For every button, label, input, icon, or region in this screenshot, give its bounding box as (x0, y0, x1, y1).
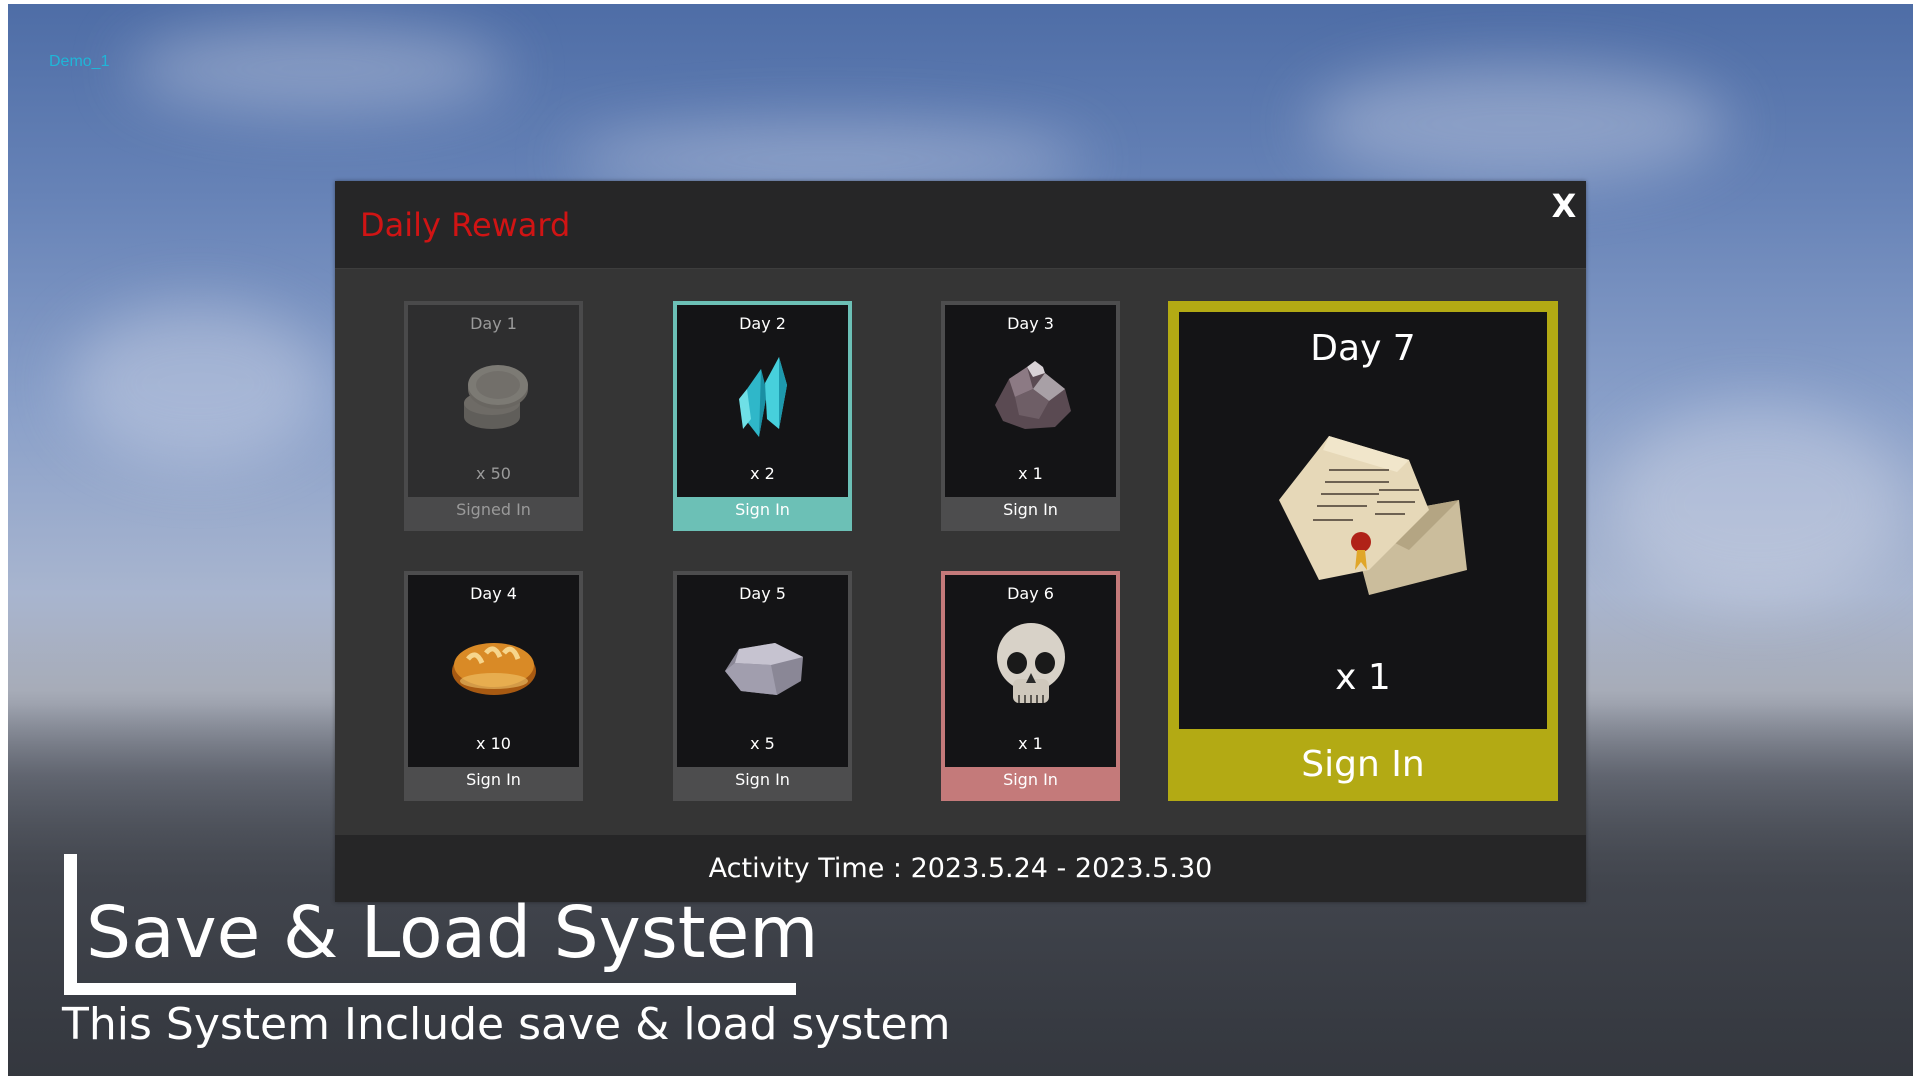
ore-icon (995, 361, 1071, 429)
daily-reward-panel: Daily Reward X Day 1 x 50 Signed In Day … (335, 181, 1586, 902)
cloud (68, 304, 328, 464)
card-body: Day 1 x 50 (408, 305, 579, 497)
card-body: Day 3 x 1 (945, 305, 1116, 497)
sign-in-button[interactable]: Sign In (677, 763, 848, 797)
card-quantity: x 1 (1018, 464, 1043, 483)
letter-scroll-icon (1279, 436, 1467, 595)
card-body: Day 4 x 10 (408, 575, 579, 767)
card-day-label: Day 4 (470, 584, 517, 603)
card-day-label: Day 7 (1310, 328, 1416, 369)
card-quantity: x 10 (476, 734, 511, 753)
reward-card-day-3[interactable]: Day 3 x 1 Sign In (941, 301, 1120, 531)
panel-title: Daily Reward (360, 206, 571, 244)
card-quantity: x 5 (750, 734, 775, 753)
sign-in-button[interactable]: Sign In (945, 493, 1116, 527)
coins-icon (464, 365, 528, 429)
cloud (1308, 64, 1728, 184)
sign-in-button[interactable]: Sign In (408, 763, 579, 797)
card-quantity: x 1 (1335, 657, 1391, 698)
activity-time: Activity Time : 2023.5.24 - 2023.5.30 (708, 853, 1213, 884)
close-button[interactable]: X (1547, 186, 1581, 226)
overlay-title: Save & Load System (86, 891, 819, 974)
card-quantity: x 50 (476, 464, 511, 483)
cloud (128, 24, 508, 114)
cloud (1608, 404, 1908, 604)
reward-card-day-2[interactable]: Day 2 x 2 Sign In (673, 301, 852, 531)
card-body: Day 5 x 5 (677, 575, 848, 767)
card-day-label: Day 6 (1007, 584, 1054, 603)
sign-in-button[interactable]: Sign In (945, 763, 1116, 797)
title-bracket-horizontal (64, 983, 796, 995)
signed-in-button[interactable]: Signed In (408, 493, 579, 527)
card-day-label: Day 5 (739, 584, 786, 603)
card-quantity: x 2 (750, 464, 775, 483)
stone-icon (725, 643, 803, 695)
card-quantity: x 1 (1018, 734, 1043, 753)
title-bracket-vertical (64, 854, 77, 988)
reward-card-day-7[interactable]: Day 7 x 1 Sign In (1168, 301, 1558, 801)
reward-card-day-6[interactable]: Day 6 x 1 Sign In (941, 571, 1120, 801)
card-body: Day 2 x 2 (677, 305, 848, 497)
sign-in-button[interactable]: Sign In (677, 493, 848, 527)
panel-header: Daily Reward X (335, 181, 1586, 269)
demo-label: Demo_1 (49, 53, 110, 70)
reward-card-day-1[interactable]: Day 1 x 50 Signed In (404, 301, 583, 531)
card-body: Day 7 x 1 (1179, 312, 1547, 729)
reward-card-day-4[interactable]: Day 4 x 10 Sign In (404, 571, 583, 801)
crystal-icon (739, 357, 787, 437)
sign-in-button[interactable]: Sign In (1168, 729, 1558, 801)
card-body: Day 6 x 1 (945, 575, 1116, 767)
bread-icon (452, 643, 536, 695)
reward-card-day-5[interactable]: Day 5 x 5 Sign In (673, 571, 852, 801)
card-day-label: Day 1 (470, 314, 517, 333)
card-day-label: Day 2 (739, 314, 786, 333)
card-day-label: Day 3 (1007, 314, 1054, 333)
skull-icon (997, 623, 1065, 703)
overlay-subtitle: This System Include save & load system (62, 999, 951, 1050)
